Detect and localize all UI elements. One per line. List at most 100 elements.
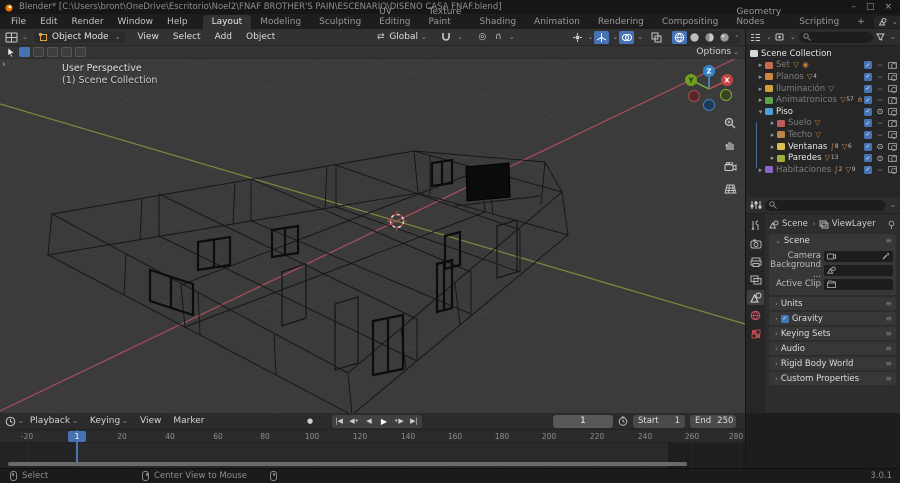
tab-scene[interactable]: [747, 290, 764, 305]
toolbar-expand-arrow[interactable]: ›: [2, 60, 6, 70]
panel-custom-properties[interactable]: › Custom Properties ≡: [769, 372, 896, 385]
drag-handle-icon[interactable]: ≡: [885, 299, 892, 308]
outliner-row-animatronicos[interactable]: ▸ Animatronicos ▽ 57 ⋔ ✓ ⌣: [746, 94, 900, 106]
timeline-editor-icon[interactable]: [5, 416, 16, 427]
shading-solid-icon[interactable]: [687, 31, 702, 44]
disclosure-triangle[interactable]: ▸: [756, 85, 765, 93]
camera-visibility-icon[interactable]: [888, 131, 897, 139]
tab-texture-paint[interactable]: Texture Paint: [420, 5, 471, 29]
select-tool-cursor-icon[interactable]: [6, 47, 16, 57]
jump-to-end-button[interactable]: ▶|: [407, 415, 422, 428]
camera-visibility-icon[interactable]: [888, 61, 897, 70]
shading-wireframe-icon[interactable]: [672, 30, 688, 44]
collection-label[interactable]: Set: [776, 60, 790, 70]
overlays-toggle-icon[interactable]: [619, 30, 635, 44]
gizmo-z-negative[interactable]: [703, 99, 715, 111]
eye-icon[interactable]: ⌣: [876, 72, 885, 82]
end-frame-field[interactable]: End 250: [690, 414, 736, 428]
menu-window[interactable]: Window: [111, 17, 161, 27]
exclude-checkbox[interactable]: ✓: [864, 84, 872, 93]
menu-edit[interactable]: Edit: [33, 17, 64, 27]
pin-icon[interactable]: [887, 220, 896, 229]
exclude-checkbox[interactable]: ✓: [864, 165, 872, 174]
outliner-row-suelo[interactable]: ▸ Suelo ▽ ✓ ⌣: [746, 118, 900, 130]
tab-view-layer[interactable]: [747, 272, 764, 287]
disclosure-triangle[interactable]: ▸: [756, 166, 765, 174]
eye-icon[interactable]: ⌣: [876, 165, 885, 175]
zoom-button[interactable]: [721, 114, 739, 132]
collection-label[interactable]: Ventanas: [788, 142, 827, 152]
tab-shading[interactable]: Shading: [470, 15, 525, 29]
exclude-checkbox[interactable]: ✓: [864, 130, 872, 139]
camera-field[interactable]: [824, 250, 893, 262]
drag-handle-icon[interactable]: ≡: [885, 314, 892, 323]
outliner-editor-icon[interactable]: [750, 33, 761, 42]
menu-view[interactable]: View: [134, 416, 167, 426]
tab-scripting[interactable]: Scripting: [790, 15, 848, 29]
scene-canvas[interactable]: [0, 46, 745, 413]
properties-search-input[interactable]: [765, 199, 886, 211]
disclosure-triangle[interactable]: ▸: [756, 61, 765, 69]
drag-handle-icon[interactable]: ≡: [885, 236, 892, 245]
exclude-checkbox[interactable]: ✓: [864, 119, 872, 128]
editor-divider[interactable]: [745, 29, 746, 413]
disclosure-triangle[interactable]: ▸: [756, 96, 765, 104]
tab-tool[interactable]: [747, 218, 764, 233]
scene-selector[interactable]: ⌄ Scene ×: [873, 15, 900, 28]
outliner-row-scene-collection[interactable]: Scene Collection: [746, 48, 900, 60]
tab-sculpting[interactable]: Sculpting: [310, 15, 370, 29]
camera-visibility-icon[interactable]: [888, 143, 897, 151]
select-mode-intersect[interactable]: [75, 47, 86, 57]
active-clip-field[interactable]: [824, 278, 893, 290]
timeline-ruler[interactable]: -20 20 40 60 80 100 120 140 160 180 200 …: [0, 430, 745, 443]
gravity-checkbox[interactable]: ✓: [780, 314, 789, 323]
camera-visibility-icon[interactable]: [888, 73, 897, 81]
start-frame-field[interactable]: Start 1: [633, 414, 685, 428]
camera-visibility-icon[interactable]: [888, 96, 897, 105]
menu-select[interactable]: Select: [167, 32, 207, 42]
tab-modeling[interactable]: Modeling: [251, 15, 310, 29]
add-workspace-button[interactable]: +: [848, 15, 874, 29]
camera-visibility-icon[interactable]: [888, 85, 897, 93]
shading-rendered-icon[interactable]: [717, 31, 732, 44]
eye-icon[interactable]: ⌣: [876, 95, 885, 105]
camera-visibility-icon[interactable]: [888, 108, 897, 116]
panel-keying-sets[interactable]: › Keying Sets ≡: [769, 327, 896, 340]
tab-render[interactable]: [747, 236, 764, 251]
camera-visibility-icon[interactable]: [888, 154, 897, 163]
playhead-label[interactable]: 1: [68, 431, 86, 442]
options-dropdown[interactable]: Options ⌄: [696, 47, 739, 57]
tab-uv-editing[interactable]: UV Editing: [370, 5, 419, 29]
camera-view-button[interactable]: [721, 158, 739, 176]
collection-label[interactable]: Iluminación: [776, 84, 825, 94]
gizmos-toggle-icon[interactable]: [594, 30, 610, 44]
outliner-row-planos[interactable]: ▸ Planos ▽ 4 ✓ ⌣: [746, 71, 900, 83]
ortho-grid-button[interactable]: [721, 180, 739, 198]
collection-label[interactable]: Suelo: [788, 118, 812, 128]
properties-editor-icon[interactable]: [750, 200, 762, 210]
tab-world[interactable]: [747, 308, 764, 323]
panel-rigid-body-world[interactable]: › Rigid Body World ≡: [769, 357, 896, 370]
exclude-checkbox[interactable]: ✓: [864, 107, 872, 116]
outliner-search-input[interactable]: [798, 31, 874, 43]
panel-units[interactable]: › Units ≡: [769, 297, 896, 310]
select-mode-extend[interactable]: [33, 47, 44, 57]
tab-texture[interactable]: [747, 326, 764, 341]
panel-audio[interactable]: › Audio ≡: [769, 342, 896, 355]
tab-compositing[interactable]: Compositing: [653, 15, 727, 29]
collection-label[interactable]: Habitaciones: [776, 165, 831, 175]
eye-icon[interactable]: ⊙: [876, 107, 885, 116]
menu-keying[interactable]: Keying ⌄: [84, 416, 134, 426]
exclude-checkbox[interactable]: ✓: [864, 154, 872, 163]
viewport-3d[interactable]: Options ⌄ › User Perspective (1) Scene Co…: [0, 46, 745, 413]
menu-help[interactable]: Help: [160, 17, 195, 27]
collection-label[interactable]: Scene Collection: [761, 49, 832, 59]
outliner-row-piso[interactable]: ▾ Piso ✓ ⊙: [746, 106, 900, 118]
camera-visibility-icon[interactable]: [888, 166, 897, 174]
shading-material-icon[interactable]: [702, 31, 717, 44]
tab-layout[interactable]: Layout: [202, 15, 252, 29]
pan-hand-button[interactable]: [721, 136, 739, 154]
play-reverse-button[interactable]: ◀: [362, 415, 377, 428]
outliner-row-ventanas[interactable]: ▸ Ventanas ∫ 8 ▽ 6 ✓ ⊙: [746, 141, 900, 153]
drag-handle-icon[interactable]: ≡: [885, 344, 892, 353]
